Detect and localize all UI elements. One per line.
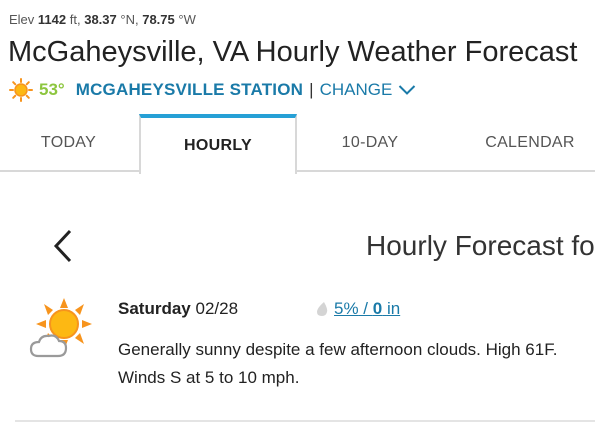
partly-sunny-icon: [29, 298, 92, 358]
raindrop-icon: [317, 302, 328, 316]
day-name: Saturday: [118, 299, 191, 318]
precip-unit: in: [386, 299, 401, 318]
change-station-button[interactable]: CHANGE: [320, 80, 393, 100]
sun-icon: [9, 78, 33, 102]
latitude-unit: °N,: [120, 12, 139, 27]
latitude-value: 38.37: [84, 12, 117, 27]
precip-percent: 5%: [334, 299, 359, 318]
hourly-forecast-title: Hourly Forecast fo: [366, 230, 595, 261]
station-row: 53° MCGAHEYSVILLE STATION | CHANGE: [9, 78, 416, 102]
day-date: 02/28: [195, 299, 239, 318]
tab-hourly[interactable]: HOURLY: [139, 114, 297, 174]
chevron-down-icon[interactable]: [398, 84, 416, 96]
longitude-unit: °W: [178, 12, 196, 27]
tab-bar: TODAY HOURLY 10-DAY CALENDAR: [0, 114, 595, 174]
forecast-description: Generally sunny despite a few afternoon …: [118, 340, 558, 387]
precip-separator: /: [358, 299, 373, 318]
precipitation-link[interactable]: 5% / 0 in: [334, 299, 400, 319]
tab-today[interactable]: TODAY: [0, 114, 137, 172]
forecast-day: Saturday 02/28: [118, 299, 238, 319]
tab-10-day[interactable]: 10-DAY: [297, 114, 443, 172]
current-temperature: 53°: [39, 80, 65, 99]
separator: |: [309, 80, 314, 99]
chevron-left-icon[interactable]: [52, 228, 74, 264]
elev-unit: ft,: [69, 12, 81, 27]
tab-calendar[interactable]: CALENDAR: [443, 114, 595, 172]
station-name-link[interactable]: MCGAHEYSVILLE STATION: [76, 80, 303, 100]
precipitation: 5% / 0 in: [315, 299, 400, 319]
elev-prefix: Elev: [9, 12, 35, 27]
location-elevation-coords: Elev 1142 ft, 38.37 °N, 78.75 °W: [9, 12, 196, 27]
page-title: McGaheysville, VA Hourly Weather Forecas…: [8, 36, 578, 68]
precip-amount: 0: [372, 299, 383, 318]
longitude-value: 78.75: [142, 12, 175, 27]
divider: [15, 420, 595, 422]
elev-value: 1142: [37, 12, 67, 27]
